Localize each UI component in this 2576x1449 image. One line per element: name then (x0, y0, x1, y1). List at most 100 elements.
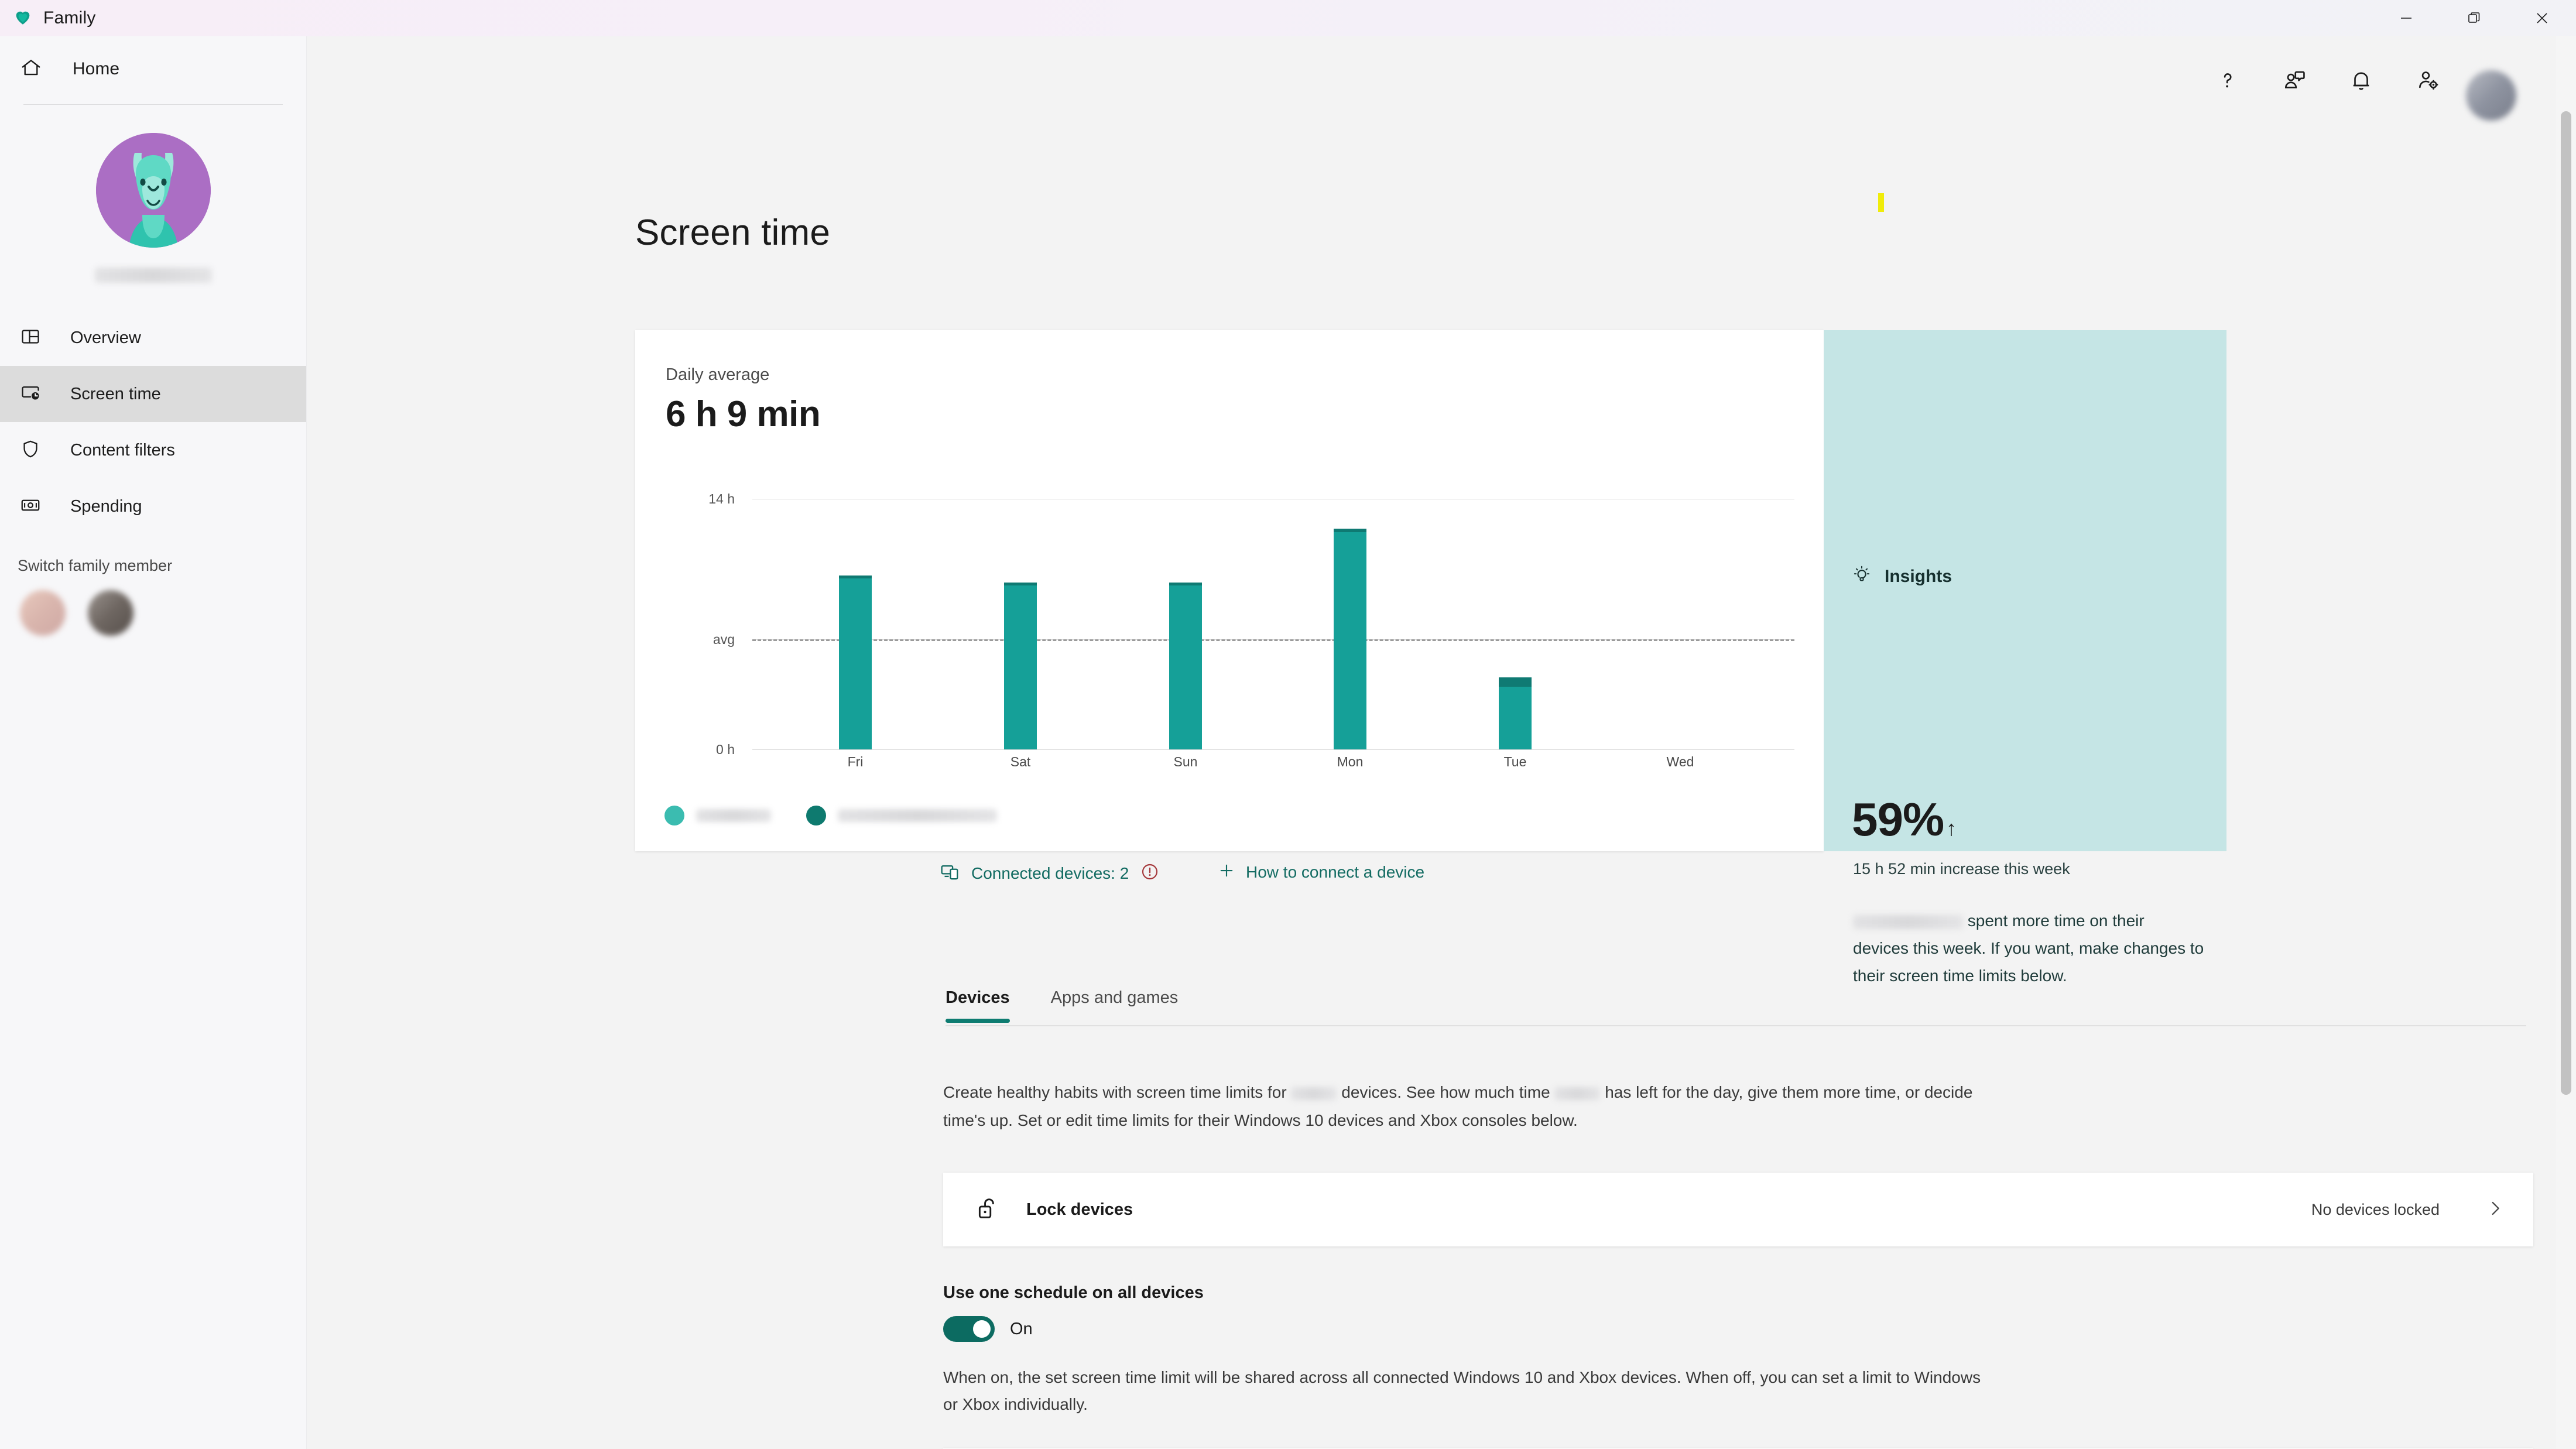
help-icon[interactable] (2214, 67, 2241, 94)
daily-average-label: Daily average (666, 365, 770, 384)
money-icon (20, 495, 41, 519)
child-name-redacted (1291, 1087, 1337, 1100)
close-button[interactable] (2508, 0, 2576, 36)
connected-devices-text: Connected devices: 2 (971, 864, 1129, 882)
dashboard-icon (20, 326, 41, 350)
chevron-right-icon[interactable] (2485, 1198, 2505, 1221)
one-schedule-toggle-state: On (1010, 1319, 1033, 1338)
trend-up-icon: ↑ (1946, 816, 1957, 840)
sidebar: Home Overview Screen time Content filter… (0, 36, 307, 1449)
legend-item (806, 806, 997, 825)
warning-circle-icon[interactable] (1140, 862, 1159, 884)
lock-devices-row[interactable]: Lock devices No devices locked (943, 1173, 2533, 1246)
sidebar-item-label: Spending (70, 496, 142, 516)
chart-legend (664, 806, 997, 825)
screen-time-summary-row: Daily average 6 h 9 min 14 h avg 0 h Fri… (635, 330, 2226, 985)
sidebar-item-label: Home (73, 59, 120, 78)
minimize-button[interactable] (2372, 0, 2440, 36)
sidebar-item-screen-time[interactable]: Screen time (0, 366, 306, 422)
x-tick-fri: Fri (847, 754, 864, 769)
scrollbar-thumb[interactable] (2561, 111, 2571, 1095)
feedback-icon[interactable] (2281, 67, 2308, 94)
legend-swatch (664, 806, 684, 825)
page-title: Screen time (635, 213, 830, 253)
insights-percent: 59% (1852, 793, 1944, 845)
sidebar-item-content-filters[interactable]: Content filters (0, 422, 306, 478)
main-content: Screen time Daily average 6 h 9 min 14 h… (307, 36, 2576, 1449)
bar-sat[interactable] (1004, 583, 1037, 749)
devices-icon (940, 862, 960, 885)
tabs-underline (946, 1025, 2526, 1026)
insights-subtext: 15 h 52 min increase this week (1853, 860, 2070, 878)
y-tick-0h: 0 h (716, 742, 735, 757)
connected-devices-row[interactable]: Connected devices: 2 (940, 862, 1159, 885)
legend-label-redacted (696, 809, 771, 822)
family-member-switcher (0, 590, 306, 636)
x-tick-sun: Sun (1173, 754, 1198, 769)
tab-devices[interactable]: Devices (946, 988, 1010, 1023)
devices-description: Create healthy habits with screen time l… (943, 1078, 1979, 1135)
maximize-button[interactable] (2440, 0, 2508, 36)
app-title: Family (43, 8, 96, 28)
sidebar-item-label: Screen time (70, 384, 161, 403)
account-settings-icon[interactable] (2414, 67, 2441, 94)
sidebar-item-label: Content filters (70, 440, 175, 460)
one-schedule-label: Use one schedule on all devices (943, 1283, 1204, 1302)
bar-tue[interactable] (1499, 677, 1532, 749)
profile-name-redacted (94, 268, 212, 283)
shield-icon (20, 439, 41, 463)
llama-avatar (95, 133, 211, 248)
legend-label-redacted (838, 809, 997, 822)
bar-chart: 14 h avg 0 h Fri Sat Sun Mon Tue Wed (708, 491, 1857, 769)
account-avatar[interactable] (2466, 70, 2516, 121)
legend-swatch (806, 806, 826, 825)
one-schedule-toggle-wrap: On (943, 1316, 1033, 1342)
x-tick-wed: Wed (1666, 754, 1694, 769)
one-schedule-toggle[interactable] (943, 1316, 995, 1342)
bar-mon[interactable] (1334, 529, 1366, 749)
plus-icon (1218, 862, 1235, 882)
insights-heading: Insights (1885, 567, 1952, 586)
y-tick-14h: 14 h (708, 491, 735, 506)
child-name-redacted (1554, 1087, 1601, 1100)
home-icon (20, 57, 42, 82)
sidebar-item-home[interactable]: Home (0, 42, 306, 96)
header-icons (2214, 67, 2441, 94)
tab-apps-and-games[interactable]: Apps and games (1051, 988, 1179, 1023)
sidebar-item-overview[interactable]: Overview (0, 310, 306, 366)
screen-time-icon (20, 382, 41, 406)
text-caret (1878, 193, 1884, 212)
gridline-0h (752, 749, 1794, 750)
family-member-avatar[interactable] (88, 590, 133, 636)
unlock-icon (974, 1195, 1001, 1225)
sidebar-item-spending[interactable]: Spending (0, 478, 306, 535)
how-to-connect-device-link[interactable]: How to connect a device (1218, 862, 1424, 882)
content-tabs: Devices Apps and games (946, 988, 1178, 1023)
bar-group (752, 499, 1794, 749)
switch-family-member-label: Switch family member (18, 557, 173, 574)
x-tick-sat: Sat (1010, 754, 1031, 769)
notifications-icon[interactable] (2348, 67, 2375, 94)
insights-body: spent more time on their devices this we… (1853, 907, 2204, 989)
screen-time-chart-card: Daily average 6 h 9 min 14 h avg 0 h Fri… (635, 330, 1857, 851)
toggle-knob (973, 1320, 991, 1338)
legend-item (664, 806, 771, 825)
one-schedule-description: When on, the set screen time limit will … (943, 1368, 1981, 1413)
insights-heading-row: Insights (1852, 564, 1952, 589)
sidebar-nav: Overview Screen time Content filters Spe… (0, 310, 306, 535)
daily-average-value: 6 h 9 min (666, 394, 821, 434)
how-to-connect-text: How to connect a device (1246, 862, 1425, 881)
description-part1: Create healthy habits with screen time l… (943, 1083, 1287, 1101)
x-tick-tue: Tue (1503, 754, 1527, 769)
lock-devices-status: No devices locked (2311, 1200, 2440, 1218)
vertical-scrollbar[interactable] (2556, 36, 2576, 1449)
family-member-avatar[interactable] (20, 590, 66, 636)
lightbulb-icon (1852, 564, 1872, 589)
bar-fri[interactable] (839, 576, 872, 749)
window-titlebar: Family (0, 0, 2576, 36)
description-part2: devices. See how much time (1341, 1083, 1550, 1101)
heart-icon (13, 7, 33, 30)
x-tick-mon: Mon (1337, 754, 1364, 769)
bar-sun[interactable] (1169, 583, 1202, 749)
lock-devices-label: Lock devices (1026, 1200, 1133, 1219)
